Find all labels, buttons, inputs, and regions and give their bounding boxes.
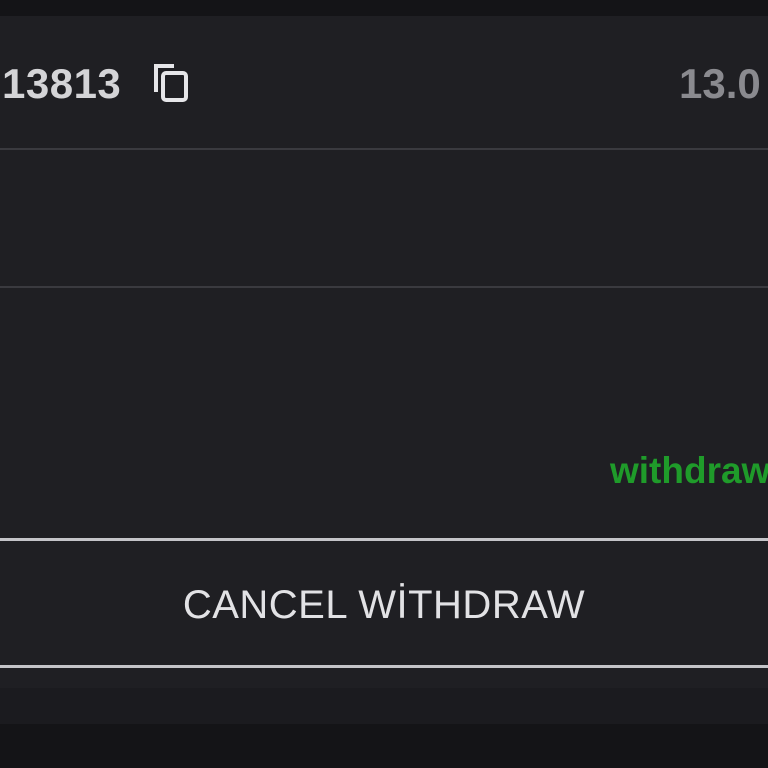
- bottom-strip: [0, 688, 768, 724]
- status-row: withdraw: [0, 288, 768, 538]
- status-text: withdraw: [610, 450, 768, 491]
- transaction-row: 13813 13.0: [0, 16, 768, 150]
- transaction-id: 13813: [2, 60, 122, 107]
- copy-icon-glyph: [154, 64, 188, 102]
- details-row: [0, 150, 768, 288]
- withdraw-card: 13813 13.0 withdraw CANCEL WİTHDRAW: [0, 16, 768, 688]
- transaction-amount: 13.0: [679, 60, 761, 107]
- copy-icon[interactable]: [150, 60, 194, 104]
- cancel-withdraw-label: CANCEL WİTHDRAW: [182, 583, 586, 627]
- cancel-withdraw-button[interactable]: CANCEL WİTHDRAW: [0, 538, 768, 668]
- withdraw-screen: 13813 13.0 withdraw CANCEL WİTHDRAW: [0, 0, 768, 768]
